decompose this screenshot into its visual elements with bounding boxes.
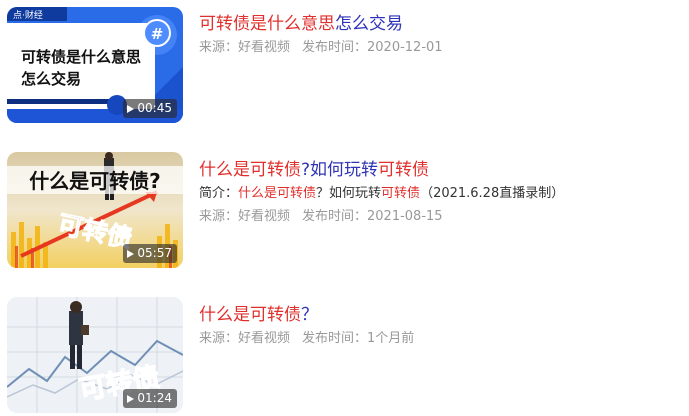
title-highlight: 可转债 — [378, 160, 430, 180]
video-meta: 来源：好看视频 发布时间：2020-12-01 — [199, 39, 681, 57]
video-info: 可转债是什么意思怎么交易 来源：好看视频 发布时间：2020-12-01 — [199, 13, 681, 57]
thumb-overlay-top: 什么是可转债? — [29, 169, 161, 193]
duration-badge: 05:57 — [123, 244, 177, 263]
hash-icon: # — [151, 25, 164, 43]
video-info: 什么是可转债？ 来源：好看视频 发布时间：1个月前 — [199, 304, 681, 348]
video-meta: 来源：好看视频 发布时间：2021-08-15 — [199, 208, 681, 226]
play-icon — [127, 394, 135, 403]
summary-highlight: 可转债 — [381, 186, 421, 201]
summary-prefix: 简介： — [199, 186, 239, 201]
video-title-link[interactable]: 可转债是什么意思怎么交易 — [199, 13, 681, 35]
title-text: ？ — [301, 305, 318, 325]
play-icon — [127, 104, 135, 113]
duration-badge: 00:45 — [123, 99, 177, 118]
video-result-item: 什么是可转债? 可转债 05:57 什么是可转债?如何玩转可转债 简介：什么是可… — [0, 152, 689, 272]
duration-text: 00:45 — [137, 101, 172, 115]
summary-text: ？如何玩转 — [316, 186, 382, 201]
video-thumbnail[interactable]: 什么是可转债? 可转债 05:57 — [7, 152, 183, 268]
video-result-item: 可转债 01:24 什么是可转债？ 来源：好看视频 发布时间：1个月前 — [0, 297, 689, 416]
video-thumbnail[interactable]: 点·财经 # 可转债是什么意思 怎么交易 00:45 — [7, 7, 183, 123]
video-info: 什么是可转债?如何玩转可转债 简介：什么是可转债？如何玩转可转债（2021.6.… — [199, 159, 681, 226]
thumb-top-tag: 点·财经 — [13, 9, 43, 21]
title-highlight: 什么是可转债 — [199, 305, 301, 325]
duration-text: 01:24 — [137, 391, 172, 405]
publish-time: 发布时间：1个月前 — [302, 331, 415, 346]
video-result-item: 点·财经 # 可转债是什么意思 怎么交易 00:45 可转债是什么意思怎么交易 … — [0, 7, 689, 127]
duration-text: 05:57 — [137, 246, 172, 260]
publish-time: 发布时间：2021-08-15 — [302, 209, 443, 224]
play-icon — [127, 249, 135, 258]
thumb-overlay-line1: 可转债是什么意思 — [21, 48, 141, 66]
video-title-link[interactable]: 什么是可转债?如何玩转可转债 — [199, 159, 681, 181]
video-thumbnail[interactable]: 可转债 01:24 — [7, 297, 183, 413]
summary-highlight: 什么是可转债 — [238, 186, 317, 201]
video-result-list: 点·财经 # 可转债是什么意思 怎么交易 00:45 可转债是什么意思怎么交易 … — [0, 0, 689, 416]
duration-badge: 01:24 — [123, 389, 177, 408]
title-highlight: 可转债是什么意思 — [199, 14, 335, 34]
title-highlight: 什么是可转债 — [199, 160, 301, 180]
source-label: 来源：好看视频 — [199, 331, 291, 346]
summary-text: （2021.6.28直播录制） — [420, 186, 565, 201]
thumb-overlay-line2: 怎么交易 — [21, 70, 81, 88]
source-label: 来源：好看视频 — [199, 40, 291, 55]
video-summary: 简介：什么是可转债？如何玩转可转债（2021.6.28直播录制） — [199, 185, 681, 203]
source-label: 来源：好看视频 — [199, 209, 291, 224]
publish-time: 发布时间：2020-12-01 — [302, 40, 443, 55]
title-text: ?如何玩转 — [301, 160, 379, 180]
video-meta: 来源：好看视频 发布时间：1个月前 — [199, 330, 681, 348]
title-text: 怎么交易 — [335, 14, 403, 34]
video-title-link[interactable]: 什么是可转债？ — [199, 304, 681, 326]
